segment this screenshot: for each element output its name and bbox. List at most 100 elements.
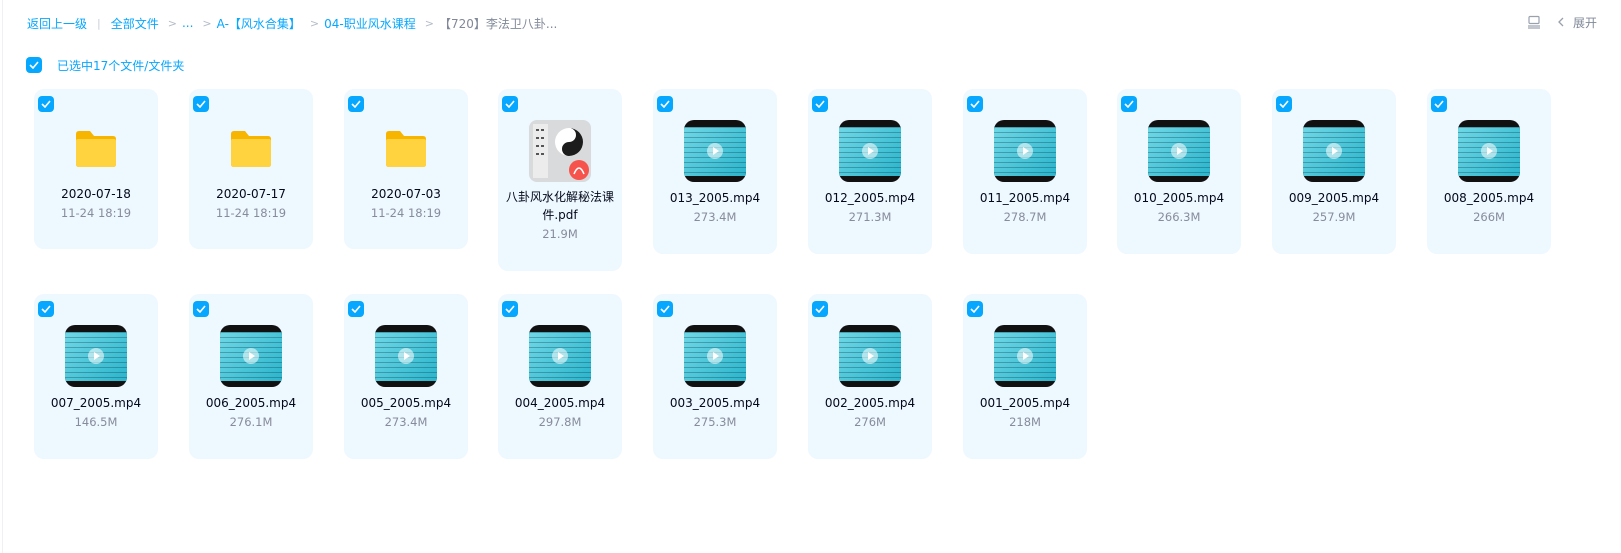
check-icon — [815, 100, 825, 108]
file-meta: 257.9M — [1312, 210, 1356, 224]
file-checkbox[interactable] — [502, 301, 518, 317]
file-card[interactable]: 003_2005.mp4 275.3M — [653, 294, 777, 459]
video-thumbnail — [529, 325, 591, 387]
check-icon — [351, 100, 361, 108]
file-meta: 273.4M — [384, 415, 428, 429]
file-meta: 11-24 18:19 — [370, 206, 442, 220]
file-checkbox[interactable] — [812, 301, 828, 317]
file-checkbox[interactable] — [38, 301, 54, 317]
expand-button[interactable]: 展开 — [1557, 14, 1597, 31]
video-thumbnail — [375, 325, 437, 387]
file-name: 008_2005.mp4 — [1443, 191, 1535, 205]
file-card[interactable]: 006_2005.mp4 276.1M — [189, 294, 313, 459]
breadcrumb-item-fengshui-collection[interactable]: A-【风水合集】 — [217, 15, 301, 32]
file-name: 004_2005.mp4 — [514, 396, 606, 410]
video-thumbnail — [684, 120, 746, 182]
file-card[interactable]: 005_2005.mp4 273.4M — [344, 294, 468, 459]
file-card[interactable]: 012_2005.mp4 271.3M — [808, 89, 932, 254]
file-card[interactable]: 001_2005.mp4 218M — [963, 294, 1087, 459]
breadcrumb-separator-icon: > — [424, 16, 434, 30]
file-checkbox[interactable] — [193, 96, 209, 112]
file-name: 003_2005.mp4 — [669, 396, 761, 410]
file-name: 011_2005.mp4 — [979, 191, 1071, 205]
file-checkbox[interactable] — [502, 96, 518, 112]
check-icon — [505, 100, 515, 108]
video-thumbnail — [220, 325, 282, 387]
check-icon — [970, 100, 980, 108]
file-name: 006_2005.mp4 — [205, 396, 297, 410]
expand-label: 展开 — [1572, 15, 1597, 30]
file-checkbox[interactable] — [967, 301, 983, 317]
video-thumbnail — [1303, 120, 1365, 182]
file-meta: 278.7M — [1003, 210, 1047, 224]
file-card[interactable]: 011_2005.mp4 278.7M — [963, 89, 1087, 254]
breadcrumb-current: 【720】李法卫八卦... — [438, 16, 558, 31]
file-checkbox[interactable] — [38, 96, 54, 112]
file-thumbnail — [220, 325, 282, 387]
file-name: 2020-07-17 — [216, 187, 286, 201]
file-card[interactable]: 2020-07-03 11-24 18:19 — [344, 89, 468, 249]
video-thumbnail — [1458, 120, 1520, 182]
folder-icon — [386, 131, 426, 167]
play-icon — [707, 348, 723, 364]
file-checkbox[interactable] — [348, 96, 364, 112]
list-view-icon[interactable] — [1523, 12, 1545, 32]
check-icon — [41, 305, 51, 313]
select-all-checkbox[interactable] — [26, 57, 42, 73]
file-checkbox[interactable] — [812, 96, 828, 112]
file-thumbnail — [994, 120, 1056, 182]
file-meta: 11-24 18:19 — [60, 206, 132, 220]
file-checkbox[interactable] — [1431, 96, 1447, 112]
file-thumbnail — [529, 120, 591, 182]
file-thumbnail — [684, 325, 746, 387]
video-thumbnail — [684, 325, 746, 387]
file-card[interactable]: 007_2005.mp4 146.5M — [34, 294, 158, 459]
play-icon — [1326, 143, 1342, 159]
file-meta: 273.4M — [693, 210, 737, 224]
file-card[interactable]: 013_2005.mp4 273.4M — [653, 89, 777, 254]
file-meta: 218M — [1009, 415, 1041, 429]
video-thumbnail — [839, 120, 901, 182]
file-name: 002_2005.mp4 — [824, 396, 916, 410]
breadcrumb: 返回上一级 | 全部文件 > ... > A-【风水合集】 > 04-职业风水课… — [27, 14, 557, 32]
file-card[interactable]: 010_2005.mp4 266.3M — [1117, 89, 1241, 254]
file-card[interactable]: 2020-07-18 11-24 18:19 — [34, 89, 158, 249]
file-card[interactable]: 008_2005.mp4 266M — [1427, 89, 1551, 254]
check-icon — [660, 305, 670, 313]
check-icon — [815, 305, 825, 313]
breadcrumb-separator-icon: > — [309, 16, 320, 30]
file-checkbox[interactable] — [193, 301, 209, 317]
file-thumbnail — [65, 325, 127, 387]
file-card[interactable]: 2020-07-17 11-24 18:19 — [189, 89, 313, 249]
play-icon — [707, 143, 723, 159]
file-checkbox[interactable] — [657, 96, 673, 112]
file-checkbox[interactable] — [1276, 96, 1292, 112]
file-card[interactable]: 009_2005.mp4 257.9M — [1272, 89, 1396, 254]
check-icon — [41, 100, 51, 108]
video-thumbnail — [65, 325, 127, 387]
file-thumbnail — [994, 325, 1056, 387]
play-icon — [862, 348, 878, 364]
folder-icon — [76, 131, 116, 167]
file-checkbox[interactable] — [348, 301, 364, 317]
file-name: 007_2005.mp4 — [50, 396, 142, 410]
video-thumbnail — [839, 325, 901, 387]
file-name: 012_2005.mp4 — [824, 191, 916, 205]
file-thumbnail — [1303, 120, 1365, 182]
file-thumbnail — [1148, 120, 1210, 182]
file-thumbnail — [684, 120, 746, 182]
breadcrumb-all-files[interactable]: 全部文件 — [111, 15, 159, 32]
back-link[interactable]: 返回上一级 — [27, 15, 87, 32]
file-meta: 21.9M — [542, 227, 578, 241]
breadcrumb-item-course[interactable]: 04-职业风水课程 — [324, 15, 416, 32]
file-checkbox[interactable] — [657, 301, 673, 317]
video-thumbnail — [994, 120, 1056, 182]
file-card[interactable]: 002_2005.mp4 276M — [808, 294, 932, 459]
file-card[interactable]: 004_2005.mp4 297.8M — [498, 294, 622, 459]
file-card[interactable]: 八卦风水化解秘法课件.pdf 21.9M — [498, 89, 622, 271]
file-checkbox[interactable] — [1121, 96, 1137, 112]
file-name: 005_2005.mp4 — [360, 396, 452, 410]
file-name: 009_2005.mp4 — [1288, 191, 1380, 205]
breadcrumb-ellipsis[interactable]: ... — [182, 16, 193, 30]
file-checkbox[interactable] — [967, 96, 983, 112]
